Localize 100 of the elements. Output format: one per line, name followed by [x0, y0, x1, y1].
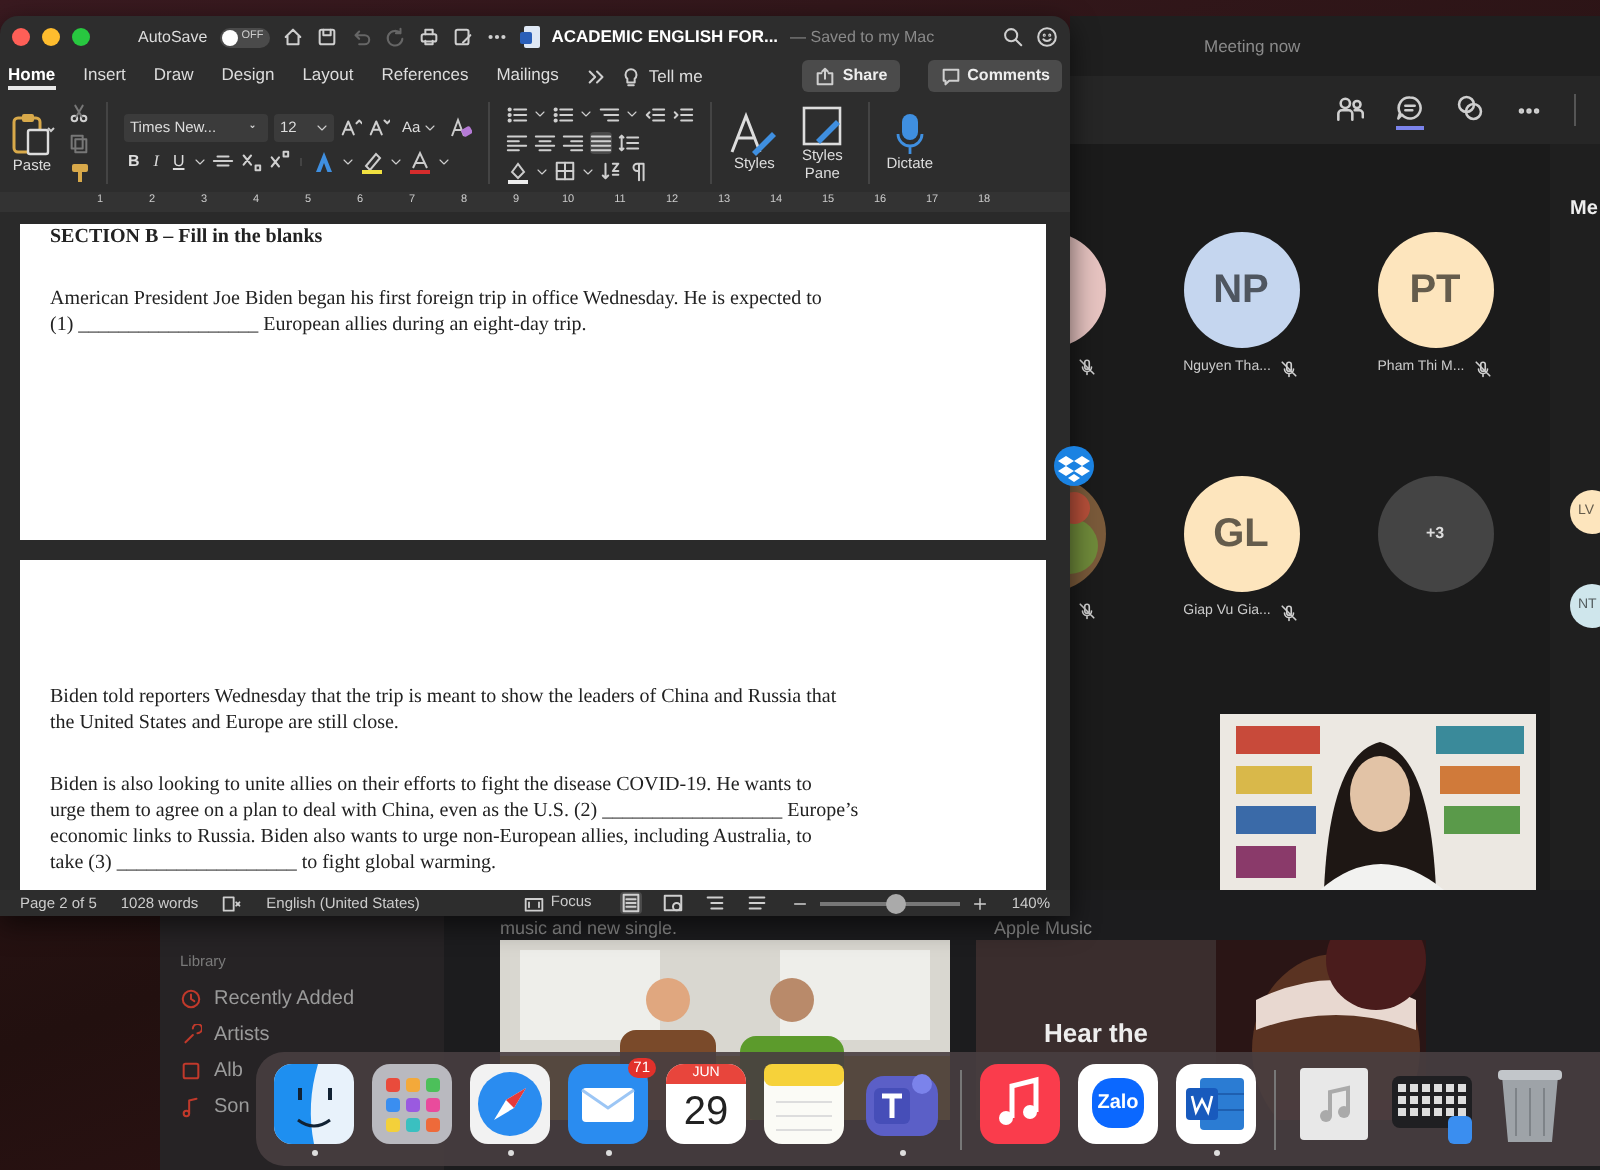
- caret-icon: [534, 108, 547, 120]
- chat-button[interactable]: [1396, 90, 1424, 130]
- sidebar-item[interactable]: Artists: [214, 1023, 270, 1045]
- reactions-icon: [1456, 94, 1484, 122]
- comment-icon: [939, 65, 962, 87]
- caret-icon: [194, 155, 207, 167]
- ribbon-tab[interactable]: Mailings: [496, 61, 559, 91]
- music-icon[interactable]: [980, 1063, 1060, 1143]
- music-note-icon: [180, 1095, 202, 1117]
- sidebar-item[interactable]: Recently Added: [214, 987, 355, 1009]
- sort-icon[interactable]: [600, 160, 623, 182]
- clock-icon: [180, 987, 202, 1009]
- search-icon[interactable]: [1002, 26, 1024, 48]
- save-icon[interactable]: [315, 26, 338, 48]
- zoom-in-icon[interactable]: [971, 895, 988, 911]
- close-button[interactable]: [12, 28, 30, 46]
- sidebar-item[interactable]: Son: [214, 1095, 250, 1117]
- mail-icon[interactable]: [568, 1063, 648, 1143]
- font-color-icon: [408, 149, 433, 173]
- calendar-day: 29: [683, 1083, 729, 1139]
- align-center-icon[interactable]: [534, 131, 557, 153]
- justify-icon[interactable]: [590, 131, 613, 153]
- align-right-icon[interactable]: [562, 131, 585, 153]
- outline-icon[interactable]: [703, 892, 726, 914]
- caret-icon: [342, 155, 355, 167]
- proofing-icon[interactable]: [222, 893, 243, 913]
- dropbox-icon[interactable]: [1054, 444, 1094, 488]
- finder-icon[interactable]: [274, 1063, 354, 1143]
- caret-icon: [316, 121, 328, 133]
- print-icon[interactable]: [417, 26, 440, 48]
- chevrons-icon[interactable]: [586, 65, 609, 87]
- caret-icon: [438, 155, 451, 167]
- minimize-button[interactable]: [42, 28, 60, 46]
- album-icon: [180, 1059, 202, 1081]
- share-button[interactable]: Share: [802, 60, 900, 92]
- word-app-icon[interactable]: [1176, 1063, 1256, 1143]
- ribbon-tab[interactable]: Design: [221, 61, 275, 91]
- web-layout-icon[interactable]: [661, 892, 684, 914]
- caret-icon: [536, 165, 549, 177]
- scissors-icon[interactable]: [68, 102, 90, 124]
- borders-icon[interactable]: [554, 160, 577, 182]
- text-effects-icon: [312, 149, 337, 173]
- subscript-icon[interactable]: [240, 150, 263, 172]
- clear-formatting-icon: [448, 116, 473, 138]
- ribbon-tab[interactable]: References: [381, 61, 469, 91]
- notes-icon[interactable]: [764, 1063, 844, 1143]
- bullets-icon[interactable]: [506, 103, 529, 125]
- ribbon-tab[interactable]: Insert: [83, 61, 126, 91]
- numbering-icon[interactable]: [552, 103, 575, 125]
- undo-icon[interactable]: [349, 26, 372, 48]
- caret-icon: [626, 108, 639, 120]
- section-heading: SECTION B – Fill in the blanks: [50, 224, 325, 250]
- document-icon: [519, 26, 540, 48]
- redo-icon[interactable]: [383, 26, 406, 48]
- avatar: GL: [1183, 476, 1299, 592]
- save-status: — Saved to my Mac: [790, 25, 935, 49]
- multilevel-list-icon[interactable]: [598, 103, 621, 125]
- strikethrough-icon[interactable]: [212, 150, 235, 172]
- copy-icon[interactable]: [68, 132, 90, 154]
- sidebar-item[interactable]: Alb: [214, 1059, 243, 1081]
- grow-font-icon[interactable]: [340, 116, 362, 138]
- tell-me-field[interactable]: Tell me: [648, 63, 703, 89]
- more-participants[interactable]: +3: [1377, 476, 1493, 592]
- zoom-button[interactable]: [72, 28, 90, 46]
- pilcrow-icon[interactable]: [628, 160, 651, 182]
- shrink-font-icon[interactable]: [368, 116, 390, 138]
- meeting-title: Meeting now: [1204, 33, 1301, 59]
- section-title: Apple Music: [994, 916, 1093, 942]
- italic-button[interactable]: I: [149, 153, 163, 169]
- line-spacing-icon[interactable]: [618, 131, 641, 153]
- participants-icon: [1336, 94, 1364, 122]
- highlighter-icon: [360, 149, 385, 173]
- underline-button[interactable]: U: [168, 153, 189, 169]
- compass-icon[interactable]: [470, 1063, 550, 1143]
- document-title: ACADEMIC ENGLISH FOR...: [551, 24, 779, 50]
- ribbon-tab[interactable]: Home: [8, 61, 56, 91]
- ribbon-tab[interactable]: Draw: [153, 61, 194, 91]
- smiley-icon[interactable]: [1036, 26, 1058, 48]
- ribbon-tab[interactable]: Layout: [302, 61, 354, 91]
- draft-icon[interactable]: [745, 892, 768, 914]
- panel-title: Me: [1570, 196, 1598, 224]
- chat-icon: [1396, 94, 1424, 122]
- superscript-icon[interactable]: [268, 150, 291, 172]
- print-layout-icon[interactable]: [619, 892, 642, 914]
- increase-indent-icon[interactable]: [672, 103, 695, 125]
- caret-icon: [390, 155, 403, 167]
- comments-button[interactable]: Comments: [927, 60, 1062, 92]
- paragraph: Biden is also looking to unite allies on their efforts to fight the disease COVID-19. He wants to urge them to agree on a plan to deal with China, even as the U.S. (2) __________________ Europe’s economic links to Russia. Biden also wants to urge non-European allies, including Australia, to take (3) __________________ to fight global warming.: [50, 772, 861, 876]
- clipboard-icon: [8, 110, 56, 159]
- launchpad-icon[interactable]: [372, 1063, 452, 1143]
- caret-icon: [580, 108, 593, 120]
- bold-button[interactable]: B: [124, 153, 144, 169]
- home-icon[interactable]: [281, 26, 304, 48]
- app-logo-text: Zalo: [1091, 1078, 1145, 1128]
- edit-document-icon[interactable]: [451, 26, 474, 48]
- decrease-indent-icon[interactable]: [644, 103, 667, 125]
- align-left-icon[interactable]: [506, 131, 529, 153]
- caret-icon: [582, 165, 595, 177]
- audio-file-icon[interactable]: [1294, 1063, 1374, 1143]
- messenger-icon[interactable]: Zalo: [1078, 1063, 1158, 1143]
